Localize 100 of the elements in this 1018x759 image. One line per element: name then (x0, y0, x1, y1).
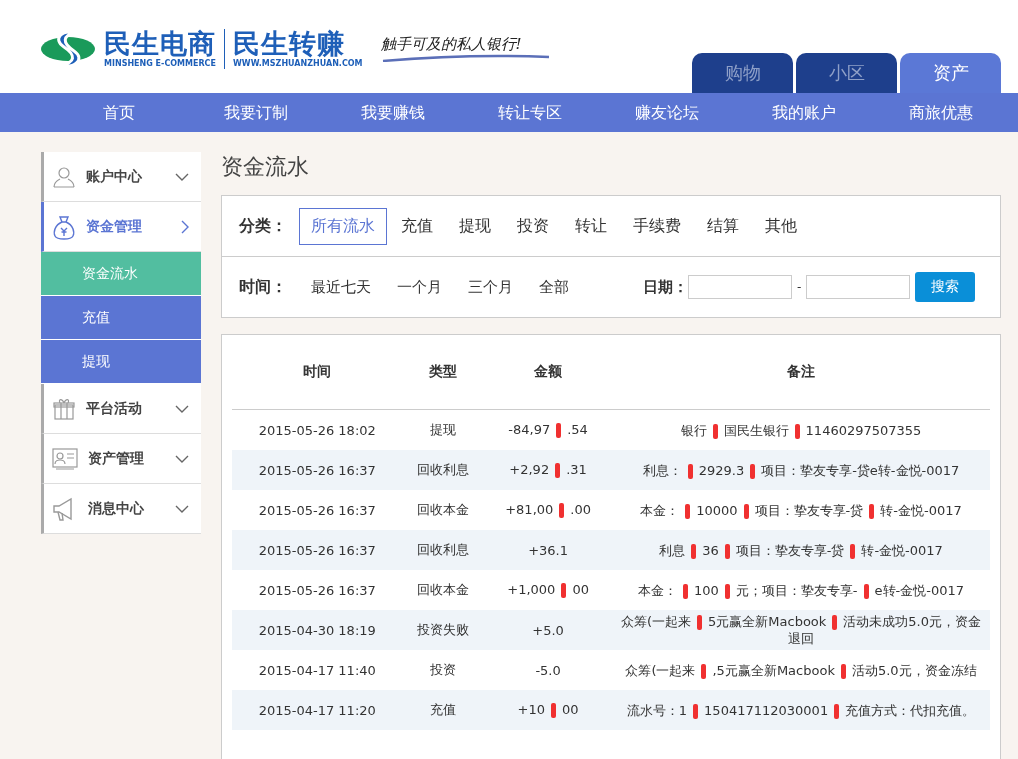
table-cell: 2015-05-26 16:37 (232, 570, 403, 610)
table-cell: +36.1 (484, 530, 612, 570)
table-cell: 2015-05-26 16:37 (232, 450, 403, 490)
header-tab[interactable]: 资产 (900, 53, 1001, 93)
id-card-icon (52, 447, 78, 470)
redaction-mark (794, 423, 800, 439)
header-tab[interactable]: 购物 (692, 53, 793, 93)
date-separator: - (797, 280, 802, 294)
chevron-down-icon (175, 404, 189, 413)
redaction-mark (683, 583, 688, 599)
redaction-mark (850, 543, 856, 559)
table-cell: +81,00 .00 (484, 490, 612, 530)
sidebar-subitem[interactable]: 提现 (41, 340, 201, 384)
header-tab[interactable]: 小区 (796, 53, 897, 93)
nav-link[interactable]: 我的账户 (735, 93, 872, 132)
table-cell: 银行 国民生银行 11460297507355 (612, 409, 990, 450)
brand-name: 民生转赚 (233, 29, 345, 59)
category-filter[interactable]: 手续费 (621, 207, 693, 245)
nav-link[interactable]: 我要赚钱 (324, 93, 461, 132)
chevron-right-icon (181, 219, 189, 234)
table-cell: 2015-04-17 11:40 (232, 650, 403, 690)
table-cell: 提现 (402, 409, 485, 450)
category-filter[interactable]: 结算 (695, 207, 751, 245)
table-cell: 利息 36 项目：挚友专享-贷 转-金悦-0017 (612, 530, 990, 570)
nav-link[interactable]: 我要订制 (187, 93, 324, 132)
category-filter[interactable]: 充值 (389, 207, 445, 245)
time-filter[interactable]: 三个月 (468, 277, 513, 297)
redaction-mark (685, 503, 691, 519)
category-filter[interactable]: 其他 (753, 207, 809, 245)
date-field[interactable] (688, 275, 792, 299)
money-bag-icon (52, 213, 76, 240)
table-cell: 2015-05-26 16:37 (232, 530, 403, 570)
table-cell: 本金： 10000 项目：挚友专享-贷 转-金悦-0017 (612, 490, 990, 530)
table-cell: 回收利息 (402, 530, 485, 570)
column-header: 金额 (484, 335, 612, 410)
redaction-mark (834, 703, 840, 719)
search-button[interactable]: 搜索 (915, 272, 976, 302)
filter-label: 日期： (643, 277, 688, 297)
redaction-mark (869, 503, 875, 519)
time-filter[interactable]: 一个月 (397, 277, 442, 297)
table-cell: 利息： 2929.3 项目：挚友专享-贷e转-金悦-0017 (612, 450, 990, 490)
column-header: 类型 (402, 335, 485, 410)
nav-link[interactable]: 转让专区 (461, 93, 598, 132)
category-filter[interactable]: 提现 (447, 207, 503, 245)
chevron-down-icon (175, 454, 189, 463)
redaction-mark (556, 423, 562, 438)
page-title: 资金流水 (221, 153, 310, 181)
redaction-mark (559, 503, 565, 518)
slogan: 触手可及的私人银行! (380, 35, 523, 54)
category-filter[interactable]: 转让 (563, 207, 619, 245)
table-cell: 众筹(一起来 ,5元赢全新Macbook 活动5.0元，资金冻结 (612, 650, 990, 690)
sidebar-subitem[interactable]: 资金流水 (41, 252, 201, 296)
sidebar-item[interactable]: 平台活动 (41, 384, 201, 434)
table-cell: 投资 (402, 650, 485, 690)
chevron-down-icon (175, 172, 189, 181)
redaction-mark (687, 463, 693, 479)
redaction-mark (691, 543, 697, 559)
table-cell: 本金： 100 元；项目：挚友专享- e转-金悦-0017 (612, 570, 990, 610)
sidebar-item[interactable]: 消息中心 (41, 484, 201, 534)
sidebar-subitem[interactable]: 充值 (41, 296, 201, 340)
time-filter[interactable]: 最近七天 (311, 277, 371, 297)
table-cell: 2015-04-17 11:20 (232, 690, 403, 730)
nav-link[interactable]: 商旅优惠 (872, 93, 1009, 132)
chevron-down-icon (175, 504, 189, 513)
gift-icon (52, 396, 76, 421)
column-header: 时间 (232, 335, 403, 410)
redaction-mark (701, 663, 707, 679)
table-cell: 众筹(一起来 5元赢全新Macbook 活动未成功5.0元，资金退回 (612, 610, 990, 650)
redaction-mark (743, 503, 749, 519)
user-icon (52, 164, 76, 189)
nav-link[interactable]: 赚友论坛 (598, 93, 735, 132)
table-cell: +5.0 (484, 610, 612, 650)
sidebar-item[interactable]: 账户中心 (41, 152, 201, 202)
table-cell: 2015-05-26 16:37 (232, 490, 403, 530)
date-field[interactable] (806, 275, 911, 299)
brand-name: 民生电商 (104, 29, 216, 59)
redaction-mark (555, 463, 561, 478)
category-filter[interactable]: 所有流水 (299, 207, 387, 245)
table-cell: 2015-05-26 18:02 (232, 409, 403, 450)
site-url: WWW.MSZHUANZHUAN.COM (233, 59, 363, 68)
table-cell: 回收本金 (402, 490, 485, 530)
sidebar-item[interactable]: 资金管理 (41, 202, 201, 252)
nav-link[interactable]: 首页 (50, 93, 187, 132)
table-cell: -5.0 (484, 650, 612, 690)
filter-label: 时间： (239, 276, 288, 298)
redaction-mark (750, 463, 756, 479)
redaction-mark (863, 583, 869, 599)
redaction-mark (724, 583, 730, 599)
table-cell: 回收本金 (402, 570, 485, 610)
table-cell: 回收利息 (402, 450, 485, 490)
table-cell: +1,000 00 (484, 570, 612, 610)
table-cell: 2015-04-30 18:19 (232, 610, 403, 650)
table-cell: +2,92 .31 (484, 450, 612, 490)
table-cell: -84,97 .54 (484, 409, 612, 450)
redaction-mark (693, 703, 699, 719)
sidebar-item[interactable]: 资产管理 (41, 434, 201, 484)
time-filter[interactable]: 全部 (539, 277, 569, 297)
redaction-mark (832, 615, 838, 630)
category-filter[interactable]: 投资 (505, 207, 561, 245)
table-cell: 流水号：1 150417112030001 充值方式：代扣充值。 (612, 690, 990, 730)
